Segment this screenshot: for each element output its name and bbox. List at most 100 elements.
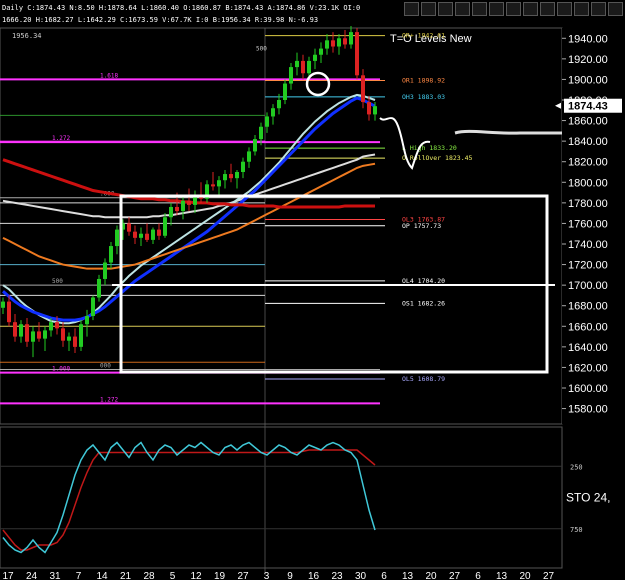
price-tick-label: 1820.00 — [568, 157, 608, 169]
time-tick-label: 16 — [308, 571, 320, 580]
price-axis[interactable]: 1580.00 1600.00 1620.00 1640.00 1660.00 1680.… — [555, 28, 625, 424]
candles — [1, 25, 377, 358]
level-label: L High 1833.20 — [402, 144, 457, 152]
candle-body — [283, 83, 287, 100]
icon-pen[interactable] — [438, 2, 453, 16]
candle-body — [211, 184, 215, 187]
fib-lines: 1.6181.272.0005000001.0001.272500 — [0, 46, 380, 405]
last-price-arrow — [555, 102, 561, 109]
candle-body — [1, 301, 5, 308]
time-axis[interactable]: 17 24 31 7 14 21 28 5 12 19 27 3 9 16 23 30 6 13 20 27 6 13 20… — [2, 571, 554, 580]
icon-link[interactable] — [472, 2, 487, 16]
time-tick-label: 31 — [49, 571, 61, 580]
candle-body — [217, 180, 221, 187]
annotation-target-line — [454, 129, 580, 135]
candle-body — [187, 200, 191, 205]
icon-tools[interactable] — [523, 2, 538, 16]
candle-body — [55, 322, 59, 329]
fib-label: 1.618 — [100, 72, 118, 79]
time-tick-label: 5 — [170, 571, 176, 580]
time-tick-label: 24 — [26, 571, 38, 580]
icon-page[interactable] — [489, 2, 504, 16]
grid — [0, 27, 563, 575]
fib-label: 1.272 — [100, 396, 118, 403]
candle-body — [169, 206, 173, 218]
candle-body — [259, 126, 263, 140]
window-controls — [404, 2, 623, 16]
candle-body — [139, 233, 143, 238]
time-tick-label: 19 — [214, 571, 226, 580]
icon-dollar[interactable] — [404, 2, 419, 16]
price-tick-label: 1740.00 — [568, 239, 608, 251]
time-tick-label: 30 — [355, 571, 367, 580]
stochastic-panel: 250 750 STO 24, — [0, 426, 610, 569]
candle-body — [7, 301, 11, 323]
icon-arrows[interactable] — [557, 2, 572, 16]
candle-body — [271, 108, 275, 117]
candle-body — [223, 174, 227, 181]
level-label: OP 1757.73 — [402, 222, 441, 230]
candle-body — [97, 278, 101, 298]
candle-body — [163, 217, 167, 236]
stochastic-k-line — [2, 441, 376, 554]
price-tick-label: 1680.00 — [568, 301, 608, 313]
candle-body — [247, 151, 251, 162]
price-tick-label: 1720.00 — [568, 260, 608, 272]
time-tick-label: 17 — [2, 571, 14, 580]
candle-body — [313, 54, 317, 61]
candle-body — [85, 316, 89, 325]
candle-body — [151, 229, 155, 240]
header-line2: 1666.20 H:1682.27 L:1642.29 C:1673.59 V:… — [2, 16, 318, 24]
candle-body — [175, 206, 179, 212]
candle-body — [343, 38, 347, 45]
fib-label: 1.000 — [52, 366, 70, 373]
stochastic-level-label: 250 — [570, 463, 583, 471]
candle-body — [319, 48, 323, 55]
candle-body — [103, 262, 107, 279]
candle-body — [307, 60, 311, 74]
stochastic-frame — [0, 426, 563, 569]
candle-body — [73, 336, 77, 347]
price-tick-label: 1620.00 — [568, 362, 608, 374]
icon-grid[interactable] — [540, 2, 555, 16]
candle-body — [301, 60, 305, 74]
time-tick-label: 27 — [543, 571, 555, 580]
candle-body — [91, 297, 95, 316]
level-label: OR+ 1942.61 — [402, 32, 445, 40]
time-tick-label: 12 — [190, 571, 202, 580]
time-tick-label: 21 — [120, 571, 132, 580]
time-tick-label: 20 — [519, 571, 531, 580]
price-tick-label: 1660.00 — [568, 321, 608, 333]
time-tick-label: 27 — [237, 571, 249, 580]
candle-body — [253, 139, 257, 152]
icon-close[interactable] — [608, 2, 623, 16]
time-tick-label: 28 — [143, 571, 155, 580]
fib-label: 500 — [52, 278, 63, 285]
candle-body — [115, 229, 119, 247]
candle-body — [337, 38, 341, 47]
chart-canvas: Daily C:1874.43 N:8.50 H:1878.64 L:1860.… — [0, 4, 625, 580]
candle-body — [145, 233, 149, 240]
candle-body — [373, 106, 377, 115]
candle-body — [109, 246, 113, 263]
icon-calendar[interactable] — [506, 2, 521, 16]
icon-reset[interactable] — [591, 2, 606, 16]
icon-expand[interactable] — [421, 2, 436, 16]
candle-body — [43, 330, 47, 339]
price-tick-label: 1760.00 — [568, 218, 608, 230]
stochastic-d-line — [2, 449, 376, 551]
candle-body — [295, 60, 299, 68]
price-tick-label: 1780.00 — [568, 198, 608, 210]
icon-bars[interactable] — [574, 2, 589, 16]
annotation-circle — [305, 71, 331, 97]
chart-header: Daily C:1874.43 N:8.50 H:1878.64 L:1860.… — [2, 4, 360, 40]
price-tick-label: 1800.00 — [568, 177, 608, 189]
candle-body — [133, 231, 137, 238]
icon-crosshair[interactable] — [455, 2, 470, 16]
stochastic-level-label: 750 — [570, 526, 583, 534]
time-tick-label: 27 — [449, 571, 461, 580]
candle-body — [367, 102, 371, 115]
stochastic-label: STO 24, — [566, 491, 610, 505]
candle-body — [19, 324, 23, 337]
price-tick-label: 1860.00 — [568, 116, 608, 128]
